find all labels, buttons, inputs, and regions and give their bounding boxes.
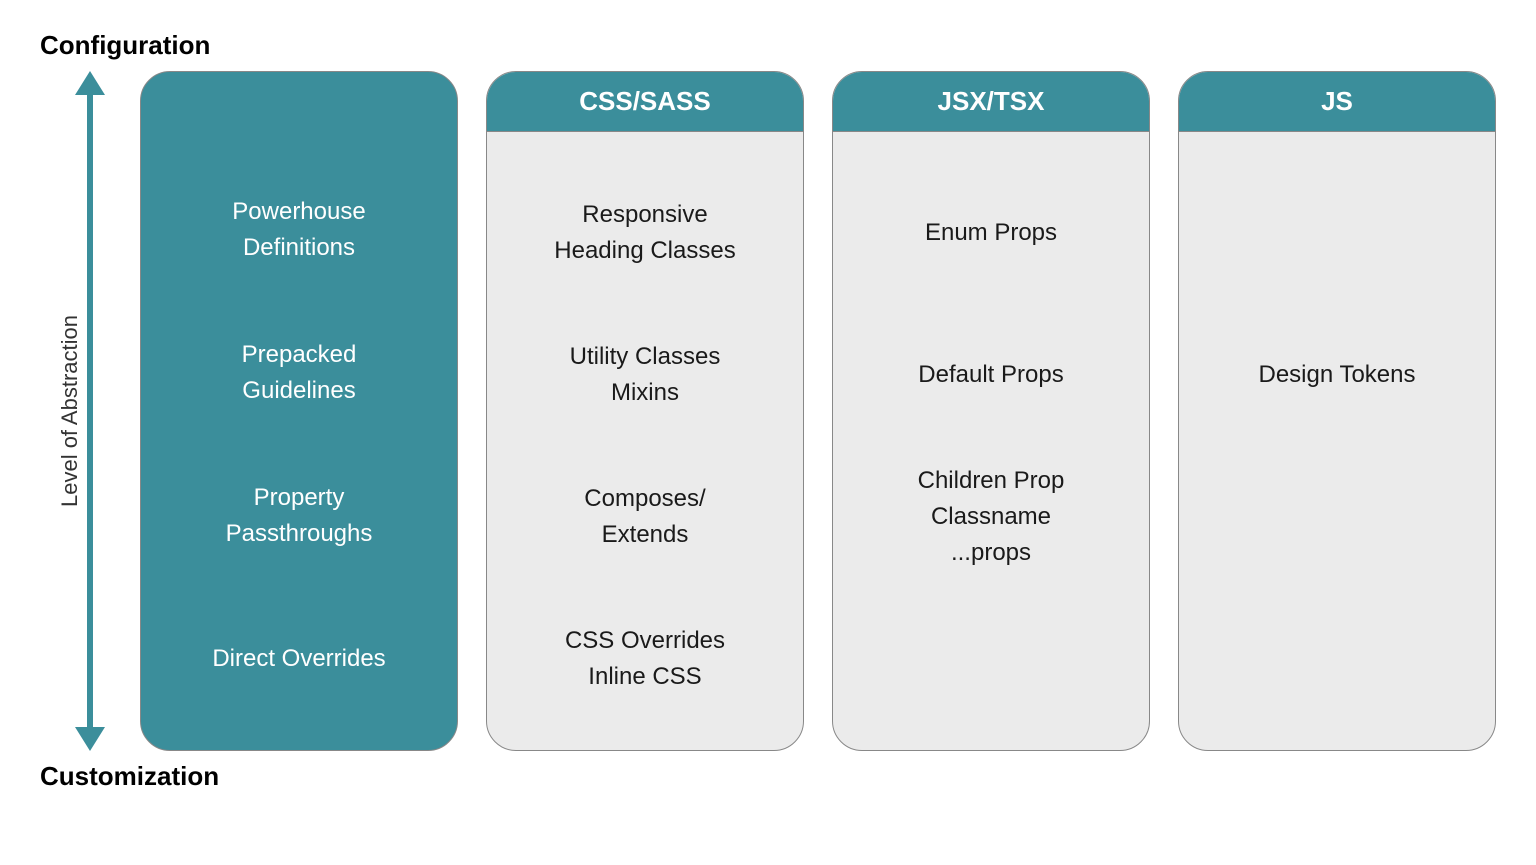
jsx-row-1: Enum Props — [848, 162, 1134, 304]
cell-text: Prepacked — [242, 337, 357, 373]
columns-container: Powerhouse Definitions Prepacked Guideli… — [140, 71, 1496, 751]
css-row-2: Utility Classes Mixins — [502, 304, 788, 446]
label-row-1: Powerhouse Definitions — [156, 158, 442, 301]
cell-text: Default Props — [918, 357, 1063, 393]
cell-text: Heading Classes — [554, 233, 735, 269]
label-row-3: Property Passthroughs — [156, 444, 442, 587]
jsx-row-3: Children Prop Classname ...props — [848, 446, 1134, 588]
column-body: Responsive Heading Classes Utility Class… — [487, 132, 803, 750]
arrow-down-icon — [75, 727, 105, 751]
css-row-4: CSS Overrides Inline CSS — [502, 588, 788, 730]
column-labels: Powerhouse Definitions Prepacked Guideli… — [140, 71, 458, 751]
column-jsx: JSX/TSX Enum Props Default Props Childre… — [832, 71, 1150, 751]
css-row-1: Responsive Heading Classes — [502, 162, 788, 304]
cell-text: Passthroughs — [226, 516, 373, 552]
column-header-jsx: JSX/TSX — [833, 72, 1149, 132]
cell-text: Composes/ — [584, 481, 705, 517]
cell-text: Direct Overrides — [212, 641, 385, 677]
column-body: Enum Props Default Props Children Prop C… — [833, 132, 1149, 750]
js-row-1 — [1194, 162, 1480, 304]
cell-text: Children Prop — [918, 463, 1065, 499]
cell-text: Extends — [602, 517, 689, 553]
abstraction-arrow — [70, 71, 110, 751]
cell-text: Utility Classes — [570, 339, 721, 375]
jsx-row-2: Default Props — [848, 304, 1134, 446]
column-js: JS Design Tokens — [1178, 71, 1496, 751]
cell-text: Responsive — [582, 197, 707, 233]
diagram-container: Level of Abstraction Powerhouse Definiti… — [40, 71, 1496, 751]
cell-text: Guidelines — [242, 373, 355, 409]
axis-section: Level of Abstraction — [40, 71, 110, 751]
configuration-label: Configuration — [40, 30, 1496, 61]
cell-text: Mixins — [611, 375, 679, 411]
js-row-4 — [1194, 588, 1480, 730]
label-row-2: Prepacked Guidelines — [156, 301, 442, 444]
column-body: Design Tokens — [1179, 132, 1495, 750]
cell-text: Design Tokens — [1259, 357, 1416, 393]
header-spacer — [141, 72, 457, 128]
js-row-3 — [1194, 446, 1480, 588]
cell-text: Classname — [931, 499, 1051, 535]
js-row-2: Design Tokens — [1194, 304, 1480, 446]
column-css: CSS/SASS Responsive Heading Classes Util… — [486, 71, 804, 751]
column-body: Powerhouse Definitions Prepacked Guideli… — [141, 128, 457, 750]
css-row-3: Composes/ Extends — [502, 446, 788, 588]
cell-text: Property — [254, 480, 345, 516]
customization-label: Customization — [40, 761, 1496, 792]
jsx-row-4 — [848, 588, 1134, 730]
cell-text: Powerhouse — [232, 194, 365, 230]
column-header-css: CSS/SASS — [487, 72, 803, 132]
cell-text: CSS Overrides — [565, 623, 725, 659]
cell-text: Inline CSS — [588, 659, 701, 695]
cell-text: ...props — [951, 535, 1031, 571]
column-header-js: JS — [1179, 72, 1495, 132]
label-row-4: Direct Overrides — [156, 587, 442, 730]
cell-text: Definitions — [243, 230, 355, 266]
arrow-line — [87, 91, 93, 731]
cell-text: Enum Props — [925, 215, 1057, 251]
